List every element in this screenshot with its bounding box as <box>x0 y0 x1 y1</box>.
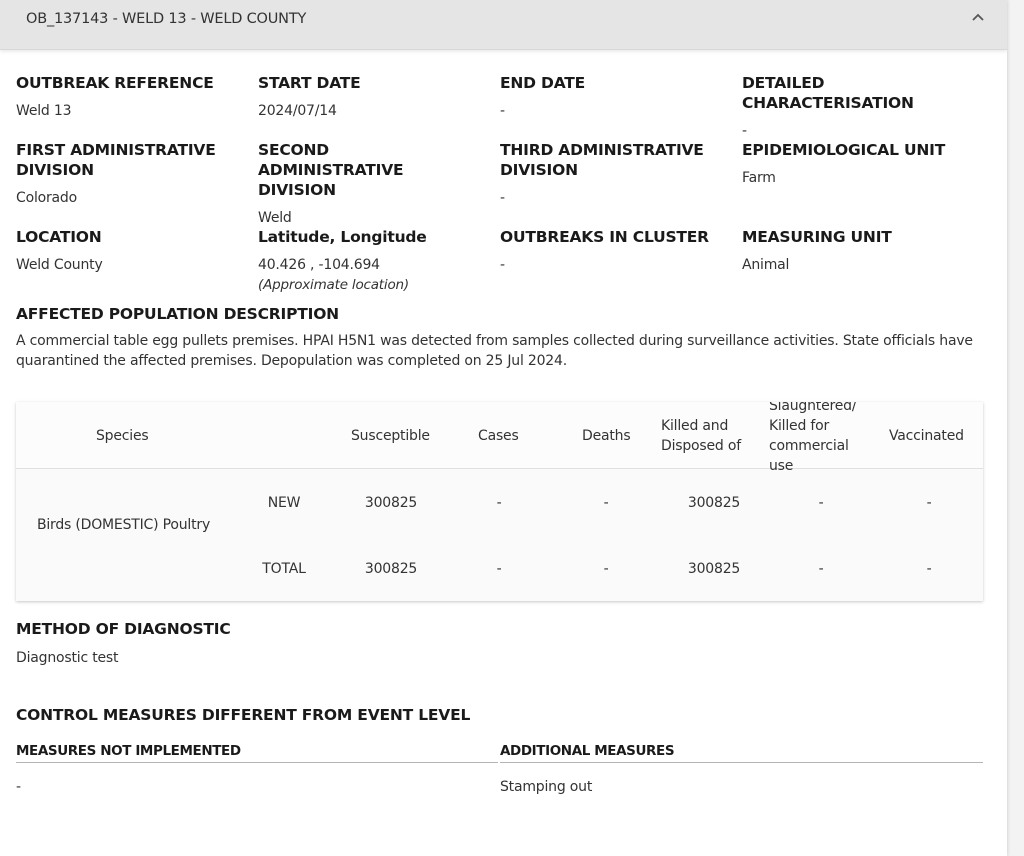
field-value: - <box>500 257 505 273</box>
species-name: Birds (DOMESTIC) Poultry <box>36 517 211 533</box>
header-susceptible: Susceptible <box>351 428 430 444</box>
field-outbreaks-in-cluster: OUTBREAKS IN CLUSTER - <box>500 227 736 275</box>
field-value: - <box>500 103 505 119</box>
field-label: EPIDEMIOLOGICAL UNIT <box>742 141 946 159</box>
table-header: Species Susceptible Cases Deaths Killed … <box>16 402 983 474</box>
header-species: Species <box>96 428 149 444</box>
field-value: - <box>500 190 505 206</box>
row-type: TOTAL <box>262 561 306 577</box>
header-killed-disposed: Killed and Disposed of <box>661 418 741 454</box>
field-first-admin-division: FIRST ADMINISTRATIVE DIVISION Colorado <box>16 140 226 208</box>
field-label: START DATE <box>258 74 361 92</box>
field-value: Colorado <box>16 190 77 206</box>
field-end-date: END DATE - <box>500 73 736 121</box>
additional-measures-value: Stamping out <box>500 779 593 795</box>
field-label: OUTBREAK REFERENCE <box>16 74 214 92</box>
divider <box>16 762 498 763</box>
field-measuring-unit: MEASURING UNIT Animal <box>742 227 992 275</box>
field-value: 40.426 , -104.694 <box>258 257 380 273</box>
field-label: LOCATION <box>16 228 102 246</box>
header-deaths: Deaths <box>582 428 631 444</box>
field-location: LOCATION Weld County <box>16 227 252 275</box>
field-value: Weld 13 <box>16 103 72 119</box>
affected-population-title: AFFECTED POPULATION DESCRIPTION <box>16 305 339 323</box>
field-value: 2024/07/14 <box>258 103 337 119</box>
field-lat-long: Latitude, Longitude 40.426 , -104.694 (A… <box>258 227 494 295</box>
cell-vaccinated: - <box>926 495 932 511</box>
outbreak-panel: OB_137143 - WELD 13 - WELD COUNTY OUTBRE… <box>0 0 1007 856</box>
field-start-date: START DATE 2024/07/14 <box>258 73 494 121</box>
field-label: MEASURING UNIT <box>742 228 892 246</box>
cell-killed: 300825 <box>687 561 741 577</box>
field-label: SECOND ADMINISTRATIVE DIVISION <box>258 141 404 199</box>
header-slaughtered: Slaughtered/ Killed for commercial use <box>769 402 857 474</box>
header-vaccinated: Vaccinated <box>889 428 964 444</box>
field-value: - <box>742 123 747 139</box>
cell-susceptible: 300825 <box>364 561 418 577</box>
cell-slaughtered: - <box>818 561 824 577</box>
diagnostic-title: METHOD OF DIAGNOSTIC <box>16 620 231 638</box>
field-label: DETAILED CHARACTERISATION <box>742 74 914 112</box>
field-value: Farm <box>742 170 776 186</box>
cell-deaths: - <box>603 495 609 511</box>
cell-killed: 300825 <box>687 495 741 511</box>
field-label: OUTBREAKS IN CLUSTER <box>500 228 709 246</box>
measures-not-implemented-value: - <box>16 779 22 795</box>
field-third-admin-division: THIRD ADMINISTRATIVE DIVISION - <box>500 140 710 208</box>
field-label: Latitude, Longitude <box>258 228 427 246</box>
header-cases: Cases <box>478 428 519 444</box>
cell-deaths: - <box>603 561 609 577</box>
field-detailed-characterisation: DETAILED CHARACTERISATION - <box>742 73 992 141</box>
measures-not-implemented-label: MEASURES NOT IMPLEMENTED <box>16 743 241 759</box>
divider <box>500 762 983 763</box>
field-label: FIRST ADMINISTRATIVE DIVISION <box>16 141 216 179</box>
field-epidemiological-unit: EPIDEMIOLOGICAL UNIT Farm <box>742 140 992 188</box>
cell-cases: - <box>496 561 502 577</box>
diagnostic-value: Diagnostic test <box>16 650 119 666</box>
affected-population-text: A commercial table egg pullets premises.… <box>16 333 973 369</box>
cell-cases: - <box>496 495 502 511</box>
field-outbreak-reference: OUTBREAK REFERENCE Weld 13 <box>16 73 252 121</box>
field-value: Weld County <box>16 257 103 273</box>
species-table: Species Susceptible Cases Deaths Killed … <box>16 402 983 601</box>
chevron-up-icon[interactable] <box>970 10 986 26</box>
row-type: NEW <box>267 495 301 511</box>
outbreak-title: OB_137143 - WELD 13 - WELD COUNTY <box>26 11 307 27</box>
additional-measures-label: ADDITIONAL MEASURES <box>500 743 675 759</box>
approximate-location-note: (Approximate location) <box>258 277 409 293</box>
cell-susceptible: 300825 <box>364 495 418 511</box>
control-measures-title: CONTROL MEASURES DIFFERENT FROM EVENT LE… <box>16 706 471 724</box>
cell-slaughtered: - <box>818 495 824 511</box>
cell-vaccinated: - <box>926 561 932 577</box>
outbreak-header[interactable]: OB_137143 - WELD 13 - WELD COUNTY <box>0 0 1007 50</box>
field-label: THIRD ADMINISTRATIVE DIVISION <box>500 141 704 179</box>
field-label: END DATE <box>500 74 586 92</box>
field-value: Weld <box>258 210 292 226</box>
field-second-admin-division: SECOND ADMINISTRATIVE DIVISION Weld <box>258 140 473 228</box>
field-value: Animal <box>742 257 790 273</box>
